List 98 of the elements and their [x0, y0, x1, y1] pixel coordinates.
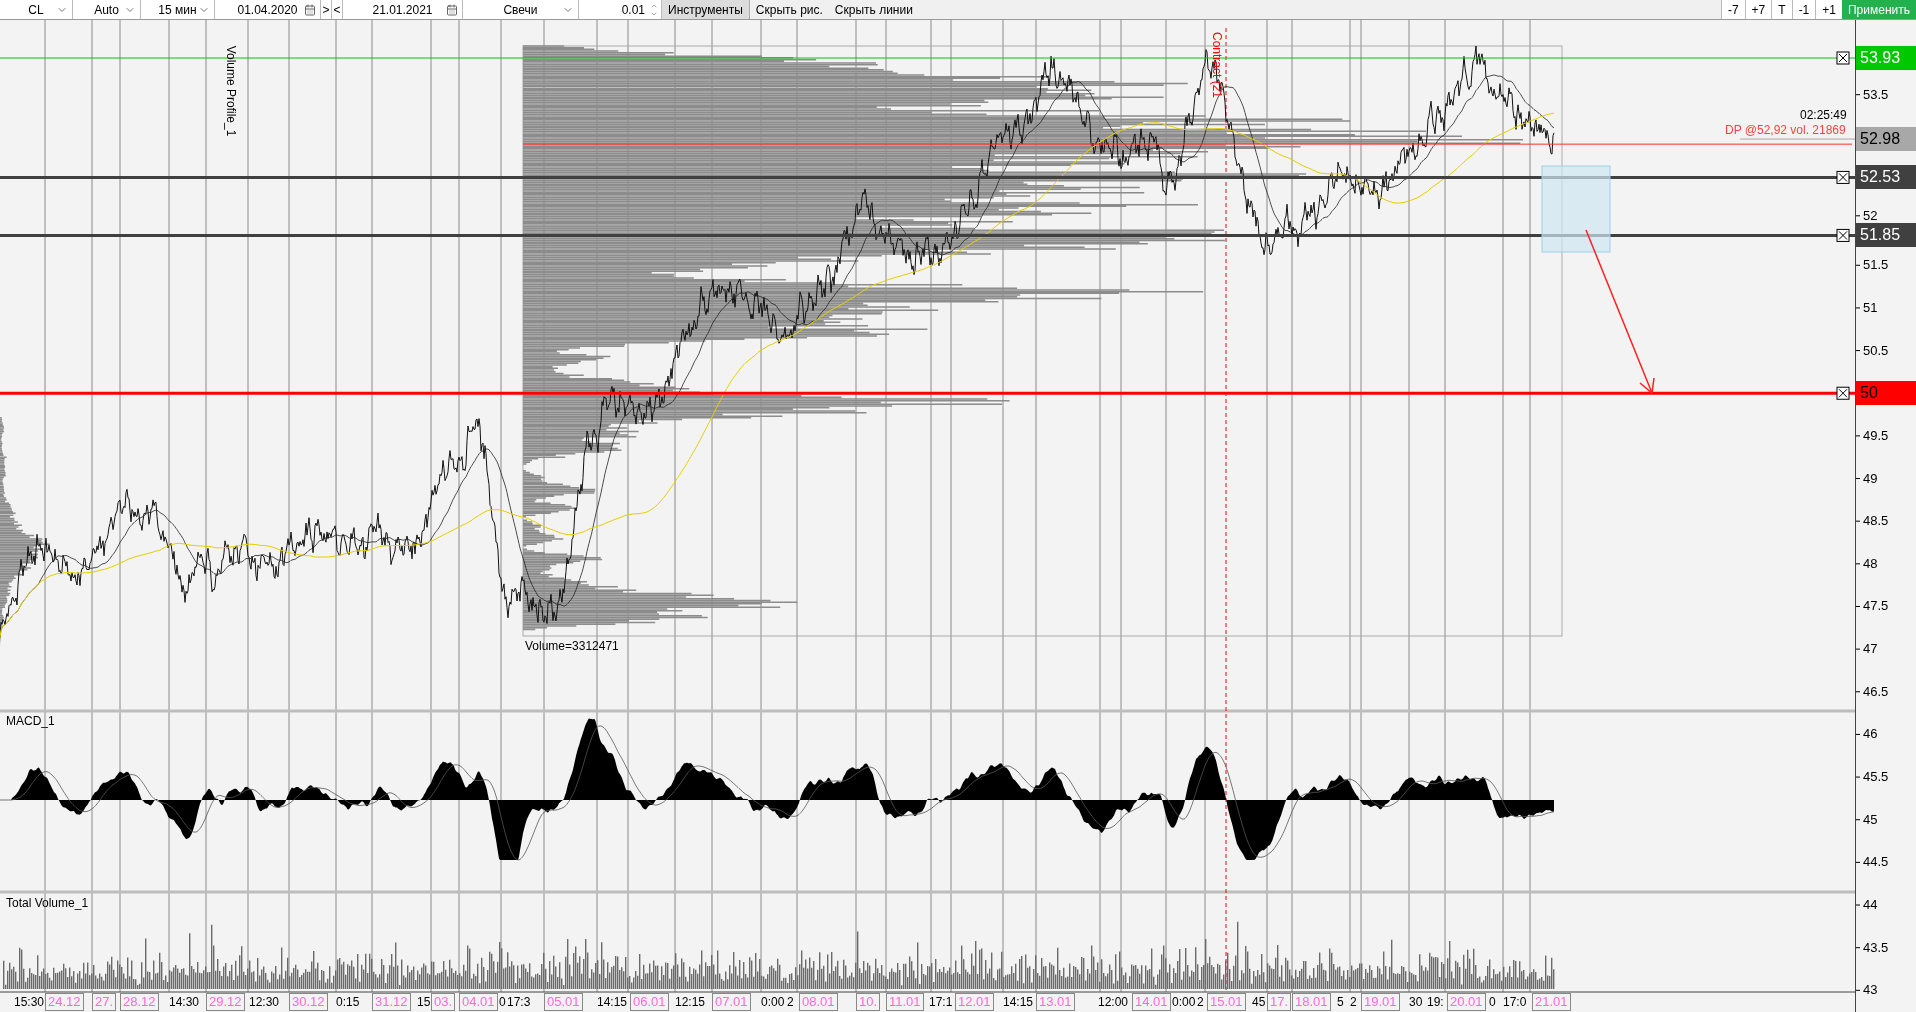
time-label: 2	[1350, 994, 1357, 1010]
time-label: 0	[499, 994, 506, 1010]
price-tag: 53.93	[1856, 46, 1916, 70]
time-label: 0:00	[1172, 994, 1196, 1010]
axis-tick-label: 49.5	[1863, 428, 1889, 443]
axis-tick-label: 44	[1863, 898, 1878, 912]
close-icon[interactable]	[1836, 228, 1850, 242]
price-tag: 52.98	[1856, 127, 1916, 152]
scale-dropdown[interactable]: Auto	[73, 0, 141, 19]
close-icon[interactable]	[1836, 51, 1850, 65]
axis-tick-label: 43.5	[1863, 940, 1889, 955]
date-label: 21.01	[1532, 993, 1571, 1011]
time-label: 14:15	[597, 994, 628, 1010]
date-label: 31.12	[372, 993, 411, 1011]
date-label: 10.	[856, 993, 881, 1011]
time-label: 17:1	[929, 994, 953, 1010]
calendar-icon[interactable]	[304, 3, 316, 16]
macd-title: MACD_1	[6, 713, 55, 730]
date-label: 24.12	[45, 993, 84, 1011]
time-label: 14:15	[1003, 994, 1034, 1010]
date-label: 11.01	[886, 993, 924, 1011]
axis-tick-label: 49	[1863, 471, 1878, 486]
contract-label: Contract (21	[1209, 32, 1225, 98]
date-label: 17.	[1267, 993, 1292, 1011]
date-label: 29.12	[206, 993, 245, 1011]
date-label: 15.01	[1207, 993, 1246, 1011]
time-label: 2	[787, 994, 794, 1010]
nav-button[interactable]: <	[332, 0, 343, 19]
axis-tick-label: 50.5	[1863, 343, 1889, 358]
indicator-label: Volume Profile_1	[223, 45, 240, 137]
time-label: 30	[1409, 994, 1423, 1010]
shift-button[interactable]: +7	[1744, 0, 1772, 19]
axis-tick-label: 48	[1863, 556, 1878, 571]
shift-button[interactable]: -7	[1720, 0, 1745, 19]
date-label: 19.01	[1361, 993, 1400, 1011]
time-label: 12:00	[1098, 994, 1129, 1010]
time-label: 12:30	[249, 994, 280, 1010]
axis-tick-label: 44.5	[1863, 855, 1889, 870]
axis-tick-label: 46.5	[1863, 684, 1889, 699]
date-label: 27.	[92, 993, 117, 1011]
close-icon[interactable]	[1836, 386, 1850, 400]
date-label: 12.01	[955, 993, 994, 1011]
time-label: 0:15	[336, 994, 360, 1010]
axis-tick-label: 43	[1863, 983, 1878, 998]
date-label: 08.01	[799, 993, 838, 1011]
time-label: 19:	[1427, 994, 1444, 1010]
date-label: 28.12	[120, 993, 159, 1011]
timer-label: 02:25:49	[1800, 108, 1847, 122]
shift-button[interactable]: +1	[1815, 0, 1842, 19]
time-label: 15:30	[14, 994, 45, 1010]
time-label: 0:00	[761, 994, 785, 1010]
date-label: 05.01	[544, 993, 583, 1011]
date-label: 20.01	[1447, 993, 1486, 1011]
volume-label: Volume=3312471	[525, 638, 619, 655]
time-label: 14:30	[169, 994, 200, 1010]
time-label: 15	[417, 994, 431, 1010]
axis-tick-label: 45	[1863, 812, 1878, 827]
date-label: 04.01	[459, 993, 498, 1011]
time-label: 0	[1489, 994, 1496, 1010]
date-label: 18.01	[1292, 993, 1331, 1011]
axis-tick-label: 48.5	[1863, 514, 1889, 529]
symbol-dropdown[interactable]: CL	[0, 0, 73, 19]
close-icon[interactable]	[1836, 170, 1850, 184]
time-label: 17:0	[1503, 994, 1527, 1010]
date-label: 06.01	[630, 993, 669, 1011]
date-label: 07.01	[712, 993, 751, 1011]
dp-label: DP @52,92 vol. 21869	[1725, 123, 1846, 137]
time-label: 5	[1337, 994, 1344, 1010]
axis-tick-label: 46	[1863, 727, 1878, 742]
axis-tick-label: 45.5	[1863, 770, 1889, 785]
axis-tick-label: 47.5	[1863, 599, 1889, 614]
time-label: 2	[1197, 994, 1204, 1010]
volume-title: Total Volume_1	[6, 895, 89, 912]
axis-tick-label: 47	[1863, 642, 1878, 657]
time-label: 45	[1252, 994, 1266, 1010]
shift-button[interactable]: T	[1771, 0, 1792, 19]
price-tag: 51.85	[1856, 223, 1916, 248]
date-label: 13.01	[1036, 993, 1075, 1011]
nav-button[interactable]: >	[321, 0, 332, 19]
price-tag: 52.53	[1856, 165, 1916, 190]
axis-tick-label: 51	[1863, 300, 1878, 315]
time-label: 17:3	[507, 994, 531, 1010]
date-label: 03.	[431, 993, 456, 1011]
axis-tick-label: 51.5	[1863, 258, 1889, 273]
shift-button[interactable]: -1	[1791, 0, 1816, 19]
time-label: 12:15	[675, 994, 706, 1010]
date-field[interactable]: 01.04.2020	[215, 0, 321, 19]
toolbar-button[interactable]: Инструменты	[662, 0, 750, 19]
axis-tick-label: 52	[1863, 208, 1878, 223]
axis-tick-label: 53.5	[1863, 87, 1889, 102]
chart-type-dropdown[interactable]: Свечи	[463, 0, 579, 19]
step-field[interactable]: 0.01	[579, 0, 662, 19]
timeframe-dropdown[interactable]: 15 мин	[141, 0, 215, 19]
price-tag: 50	[1856, 381, 1916, 406]
date-field[interactable]: 21.01.2021	[343, 0, 463, 19]
calendar-icon[interactable]	[446, 3, 458, 16]
date-label: 30.12	[289, 993, 328, 1011]
date-label: 14.01	[1132, 993, 1171, 1011]
